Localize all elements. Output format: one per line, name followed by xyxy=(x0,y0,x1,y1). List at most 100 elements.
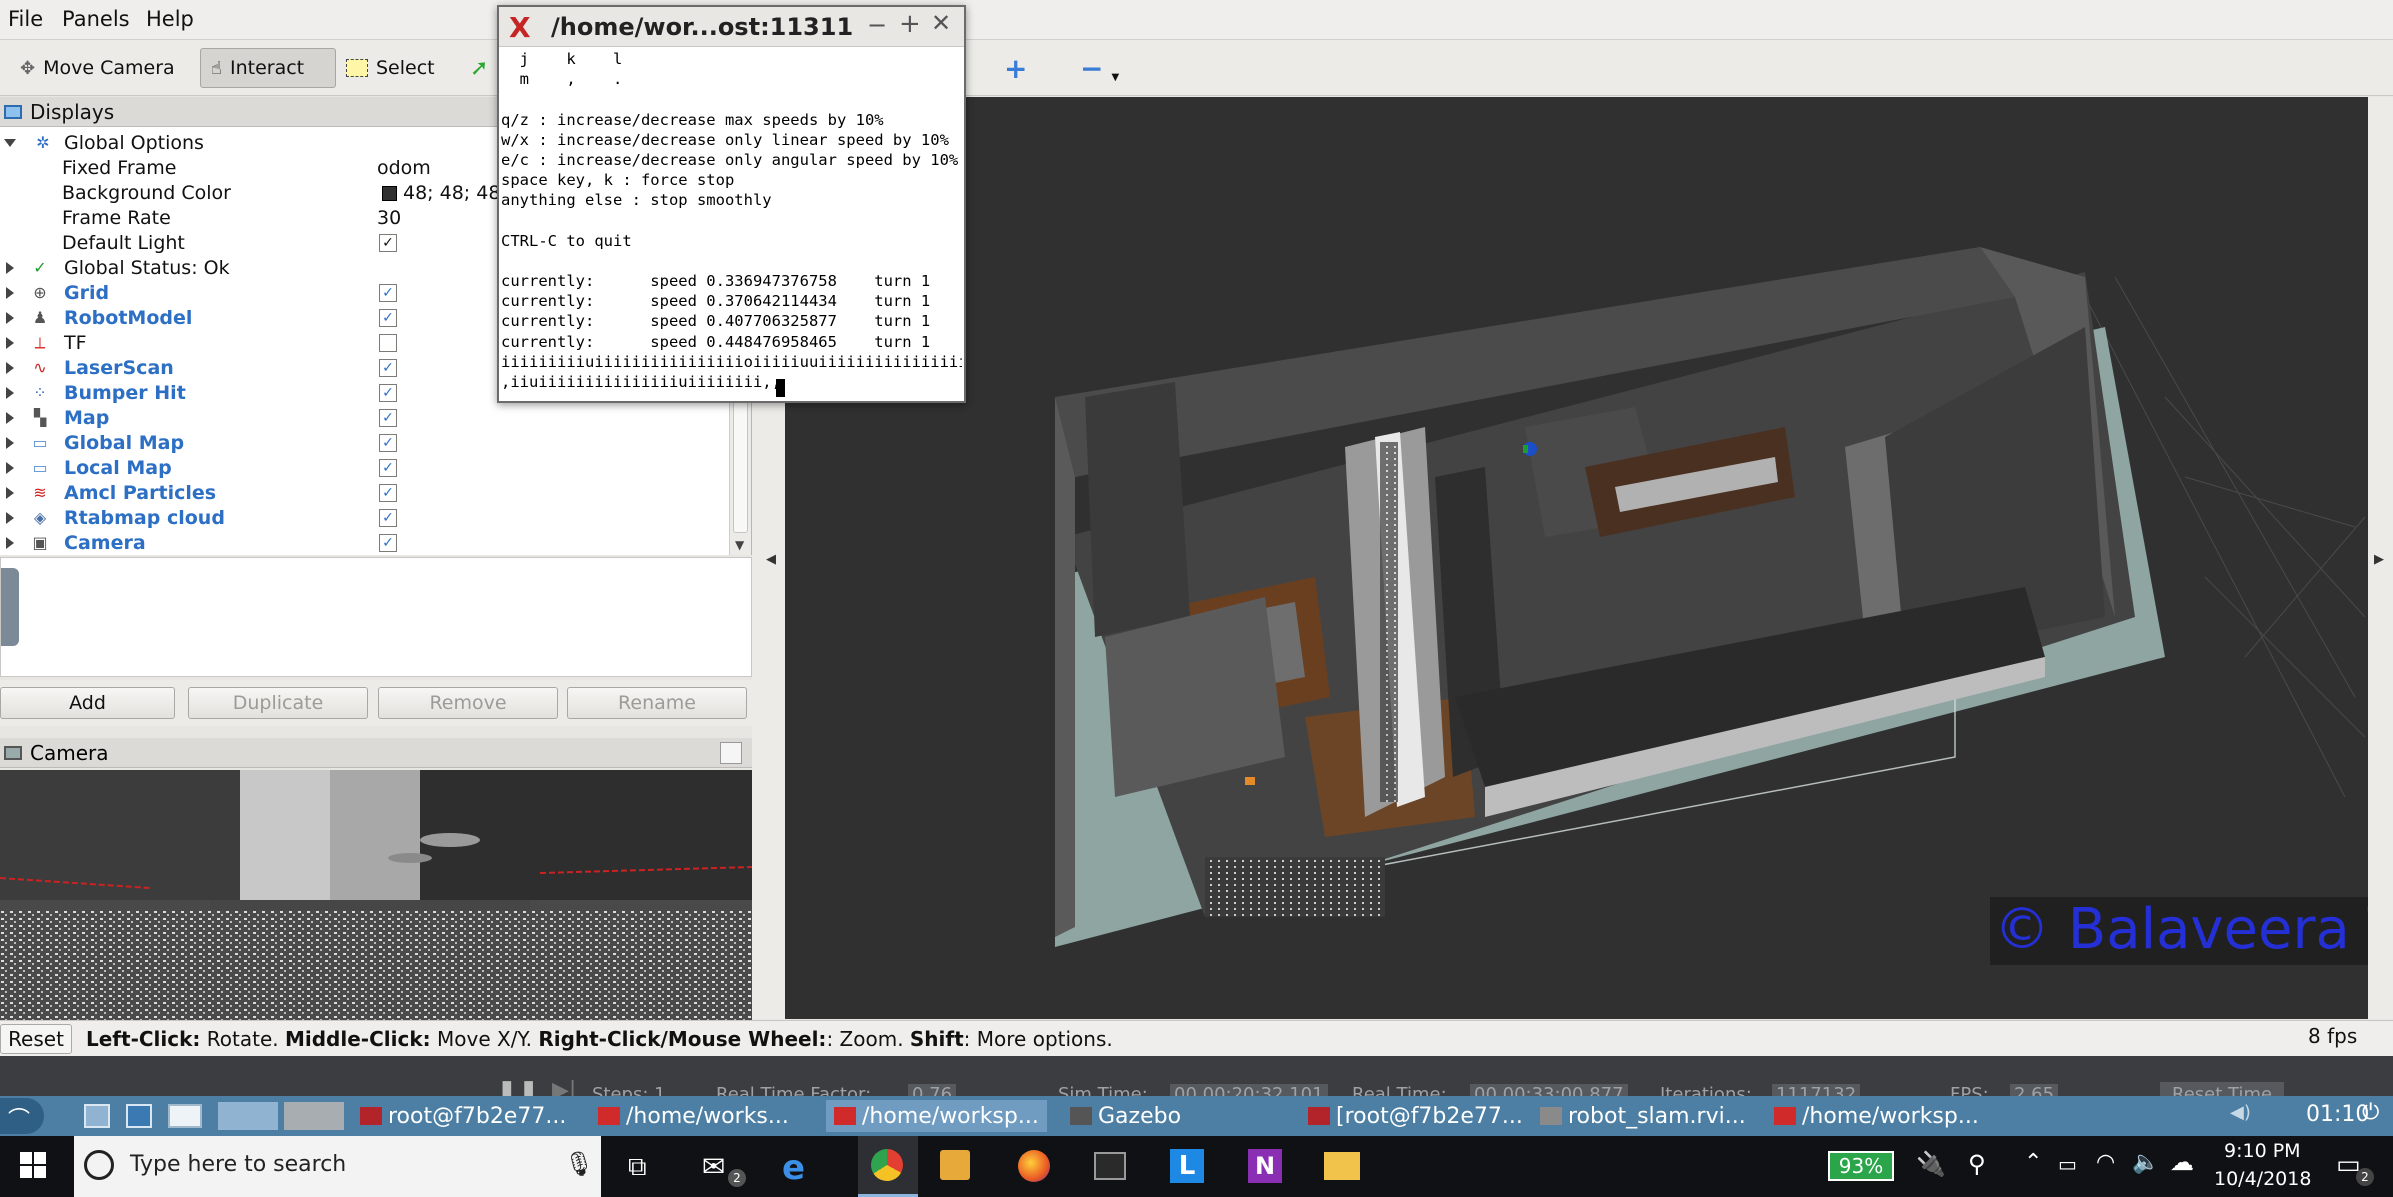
terminal-output[interactable]: j k l m , . q/z : increase/decrease max s… xyxy=(501,49,962,401)
display-item-checkbox[interactable]: ✓ xyxy=(379,409,397,427)
xfce-task-6[interactable]: robot_slam.rvi... xyxy=(1532,1100,1754,1132)
store-icon[interactable] xyxy=(940,1150,970,1180)
search-box[interactable]: Type here to search 🎙 xyxy=(74,1136,601,1197)
remove-button[interactable]: Remove xyxy=(378,687,558,719)
collapse-handle-icon[interactable] xyxy=(1,568,19,646)
file-explorer-icon[interactable] xyxy=(1324,1152,1360,1180)
workspace-2[interactable] xyxy=(284,1102,344,1130)
display-item-rtabmap-cloud[interactable]: ◈ Rtabmap cloud ✓ xyxy=(0,506,740,531)
background-color-value[interactable]: 48; 48; 48 xyxy=(403,182,500,204)
xfce-menu-button[interactable]: ⌒ xyxy=(0,1098,44,1134)
step-icon[interactable]: ▶| xyxy=(552,1078,576,1096)
expand-icon[interactable] xyxy=(6,437,14,449)
add-button[interactable]: Add xyxy=(0,687,175,719)
default-light-checkbox[interactable]: ✓ xyxy=(379,234,397,252)
xfce-task-5[interactable]: [root@f7b2e77... xyxy=(1300,1100,1531,1132)
speaker-icon[interactable]: 🔈 xyxy=(2132,1150,2159,1175)
expand-icon[interactable] xyxy=(6,362,14,374)
minimize-icon[interactable]: − xyxy=(867,11,887,39)
add-tool-button[interactable]: + xyxy=(994,48,1037,88)
expand-icon[interactable] xyxy=(6,462,14,474)
expand-icon[interactable] xyxy=(6,287,14,299)
frame-rate-value[interactable]: 30 xyxy=(377,207,401,229)
expand-icon[interactable] xyxy=(6,512,14,524)
people-icon[interactable]: ⚲ xyxy=(1968,1150,1986,1178)
interact-button[interactable]: ☝ Interact xyxy=(200,48,336,88)
task-view-icon[interactable]: ⧉ xyxy=(628,1152,647,1183)
display-item-checkbox[interactable]: ✓ xyxy=(379,484,397,502)
terminal-launcher-icon[interactable] xyxy=(126,1104,152,1128)
display-item-checkbox[interactable]: ✓ xyxy=(379,434,397,452)
render-3d-view[interactable]: © Balaveera Thatikonda xyxy=(785,97,2368,1019)
xfce-task-4[interactable]: Gazebo xyxy=(1062,1100,1189,1132)
display-item-checkbox[interactable]: ✓ xyxy=(379,459,397,477)
menu-panels[interactable]: Panels xyxy=(62,7,130,31)
l-app-icon[interactable]: L xyxy=(1170,1149,1204,1183)
edge-icon[interactable]: e xyxy=(782,1148,805,1188)
remove-tool-button[interactable]: − ▼ xyxy=(1070,48,1129,88)
rename-button[interactable]: Rename xyxy=(567,687,747,719)
display-item-camera[interactable]: ▣ Camera ✓ xyxy=(0,531,740,555)
display-item-global-map[interactable]: ▭ Global Map ✓ xyxy=(0,431,740,456)
left-click-label: Left-Click: xyxy=(86,1027,201,1051)
volume-icon[interactable]: ◀) xyxy=(2230,1102,2251,1123)
mail-icon[interactable]: ✉ xyxy=(702,1150,725,1183)
teleop-terminal-window[interactable]: X /home/wor...ost:11311 − + ✕ j k l m , … xyxy=(497,5,966,403)
expand-icon[interactable] xyxy=(6,337,14,349)
reset-button[interactable]: Reset xyxy=(0,1024,72,1054)
pause-icon[interactable]: ❚❚ xyxy=(496,1078,540,1096)
expand-icon[interactable] xyxy=(6,412,14,424)
chrome-taskbar-button[interactable] xyxy=(858,1136,918,1197)
focus-camera-button[interactable]: ➚ xyxy=(460,48,498,88)
files-launcher-icon[interactable] xyxy=(84,1104,110,1128)
camera-float-button[interactable] xyxy=(720,742,742,764)
display-item-checkbox[interactable] xyxy=(379,334,397,352)
reset-time-button[interactable]: Reset Time xyxy=(2160,1082,2285,1096)
expand-icon[interactable] xyxy=(6,487,14,499)
taskbar-date[interactable]: 10/4/2018 xyxy=(2214,1168,2311,1190)
collapse-left-icon[interactable]: ◀ xyxy=(766,552,776,567)
display-item-checkbox[interactable]: ✓ xyxy=(379,509,397,527)
select-button[interactable]: Select xyxy=(336,48,445,88)
maximize-icon[interactable]: + xyxy=(899,9,921,39)
display-item-checkbox[interactable]: ✓ xyxy=(379,284,397,302)
right-splitter[interactable]: ▶ xyxy=(2368,97,2393,1019)
duplicate-button[interactable]: Duplicate xyxy=(188,687,368,719)
window-launcher-icon[interactable] xyxy=(168,1104,202,1128)
menu-file[interactable]: File xyxy=(8,7,43,31)
display-item-checkbox[interactable]: ✓ xyxy=(379,534,397,552)
scroll-down-icon[interactable]: ▼ xyxy=(735,538,744,552)
battery-tray-icon[interactable]: ▭ xyxy=(2058,1152,2077,1176)
cloud-icon[interactable]: ☁ xyxy=(2170,1148,2194,1176)
menu-help[interactable]: Help xyxy=(146,7,194,31)
xfce-task-2[interactable]: /home/works... xyxy=(590,1100,797,1132)
battery-indicator[interactable]: 93% xyxy=(1828,1151,1894,1181)
display-item-checkbox[interactable]: ✓ xyxy=(379,359,397,377)
xfce-task-7[interactable]: /home/worksp... xyxy=(1766,1100,1987,1132)
display-item-map[interactable]: ▚ Map ✓ xyxy=(0,406,740,431)
xfce-task-1[interactable]: root@f7b2e77... xyxy=(352,1100,574,1132)
display-item-checkbox[interactable]: ✓ xyxy=(379,309,397,327)
cmd-icon[interactable] xyxy=(1094,1152,1126,1180)
microphone-icon[interactable]: 🎙 xyxy=(564,1150,594,1178)
firefox-icon[interactable] xyxy=(1018,1150,1050,1182)
workspace-1[interactable] xyxy=(218,1102,278,1130)
onenote-icon[interactable]: N xyxy=(1248,1149,1282,1183)
xfce-task-3[interactable]: /home/worksp... xyxy=(826,1100,1047,1132)
expand-icon[interactable] xyxy=(6,312,14,324)
power-icon[interactable]: ⏻ xyxy=(2362,1100,2379,1125)
windows-start-icon[interactable] xyxy=(20,1152,46,1178)
select-icon xyxy=(346,59,368,77)
collapse-right-icon[interactable]: ▶ xyxy=(2374,552,2384,567)
display-item-local-map[interactable]: ▭ Local Map ✓ xyxy=(0,456,740,481)
fixed-frame-value[interactable]: odom xyxy=(377,157,431,179)
close-icon[interactable]: ✕ xyxy=(931,9,951,37)
expand-icon[interactable] xyxy=(6,537,14,549)
move-camera-button[interactable]: ✥ Move Camera xyxy=(10,48,185,88)
display-item-checkbox[interactable]: ✓ xyxy=(379,384,397,402)
expand-icon[interactable] xyxy=(6,387,14,399)
chevron-up-icon[interactable]: ⌃ xyxy=(2024,1150,2042,1175)
taskbar-time[interactable]: 9:10 PM xyxy=(2224,1140,2301,1162)
display-item-amcl-particles[interactable]: ≋ Amcl Particles ✓ xyxy=(0,481,740,506)
wifi-icon[interactable]: ◠ xyxy=(2096,1150,2115,1175)
